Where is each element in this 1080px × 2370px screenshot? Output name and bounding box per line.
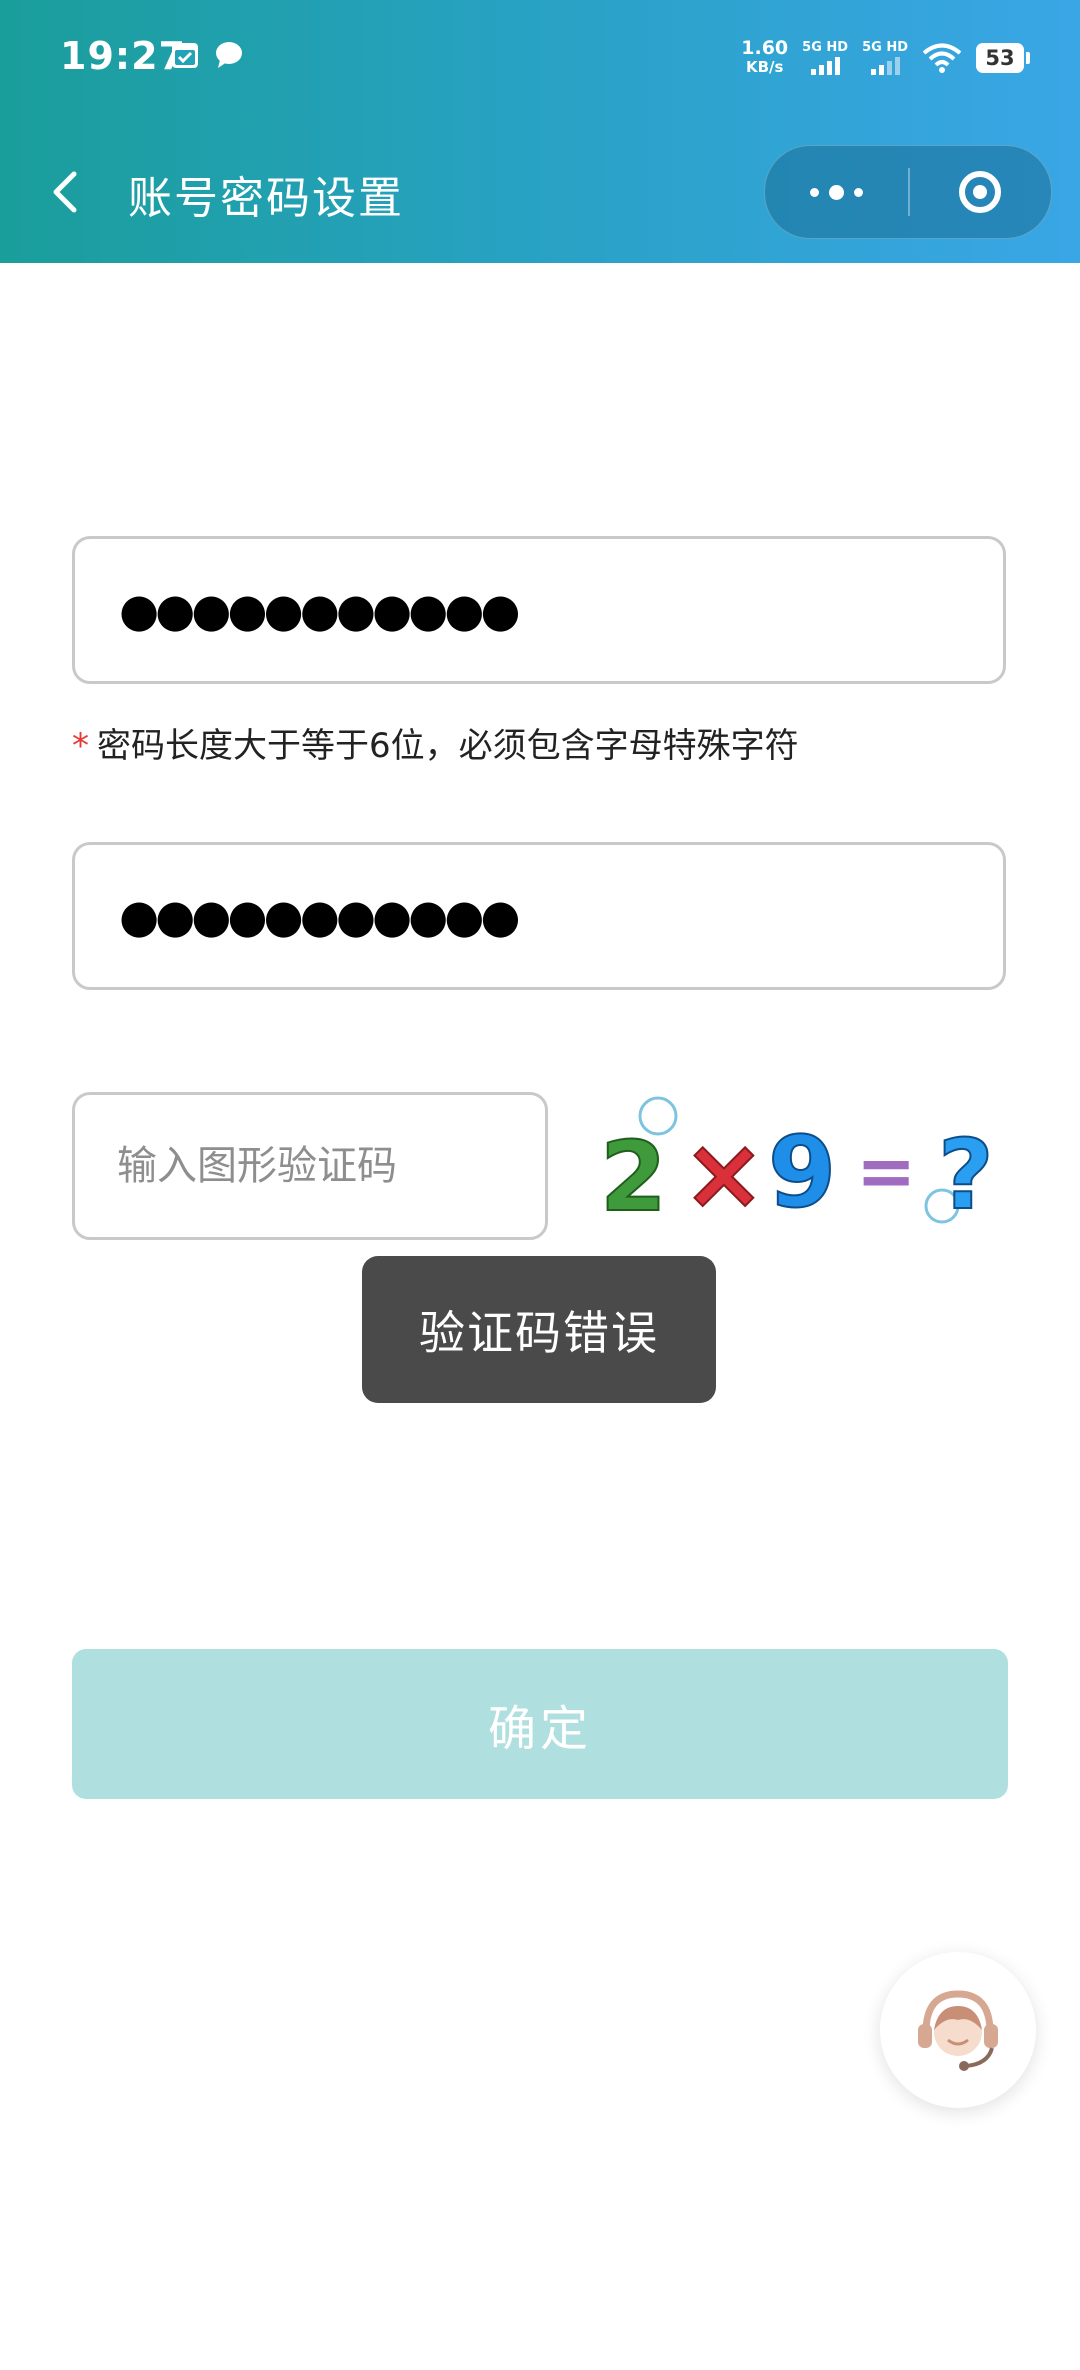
captcha-left-operand: 2 — [600, 1121, 667, 1233]
password-hint: * 密码长度大于等于6位，必须包含字母特殊字符 — [72, 718, 799, 767]
chevron-left-icon — [53, 171, 77, 213]
captcha-result: ? — [938, 1119, 994, 1231]
battery-tip — [1026, 52, 1030, 64]
signal-bars-icon — [870, 57, 900, 75]
customer-service-headset-icon — [918, 1990, 998, 2071]
confirm-button[interactable]: 确定 — [72, 1649, 1008, 1799]
network-speed-value: 1.60 — [741, 37, 789, 59]
mini-program-capsule — [764, 145, 1052, 239]
captcha-equals: = — [856, 1129, 916, 1213]
more-dots-icon — [854, 187, 863, 197]
captcha-input[interactable] — [72, 1092, 548, 1240]
network-speed: 1.60 KB/s — [741, 39, 788, 77]
more-button[interactable] — [765, 146, 908, 238]
target-circle-icon — [958, 171, 1001, 213]
captcha-right-operand: 9 — [768, 1116, 836, 1230]
signal-bars-icon — [810, 57, 840, 75]
password-input[interactable]: ●●●●●●●●●●● — [72, 536, 1006, 684]
more-dots-icon — [829, 184, 844, 200]
chat-bubble-icon — [216, 42, 242, 68]
page-title: 账号密码设置 — [128, 173, 404, 224]
battery-indicator: 53 — [976, 43, 1030, 73]
captcha-operator: × — [682, 1115, 766, 1232]
battery-level: 53 — [976, 43, 1024, 73]
password-hint-text: 密码长度大于等于6位，必须包含字母特殊字符 — [97, 726, 799, 766]
top-header: 19:27 1.60 KB/s 5G HD 5G HD 53 账号密码设置 — [0, 0, 1080, 263]
network-speed-unit: KB/s — [745, 58, 784, 76]
close-button[interactable] — [908, 146, 1051, 238]
confirm-password-input[interactable]: ●●●●●●●●●●● — [72, 842, 1006, 990]
wifi-icon — [922, 43, 962, 73]
sim2-signal: 5G HD — [862, 41, 908, 75]
status-time: 19:27 — [60, 34, 186, 78]
sim1-signal: 5G HD — [802, 41, 848, 75]
back-button[interactable] — [40, 164, 90, 220]
sim2-label: 5G HD — [862, 40, 908, 55]
toast-message: 验证码错误 — [362, 1256, 716, 1403]
status-indicators: 1.60 KB/s 5G HD 5G HD 53 — [741, 36, 1030, 80]
customer-service-button[interactable] — [880, 1952, 1036, 2108]
sim1-label: 5G HD — [802, 40, 849, 55]
more-dots-icon — [810, 187, 819, 197]
captcha-image[interactable]: 2 × 9 = ? — [590, 1090, 1010, 1240]
calendar-check-icon — [172, 43, 198, 68]
required-star: * — [72, 726, 89, 766]
